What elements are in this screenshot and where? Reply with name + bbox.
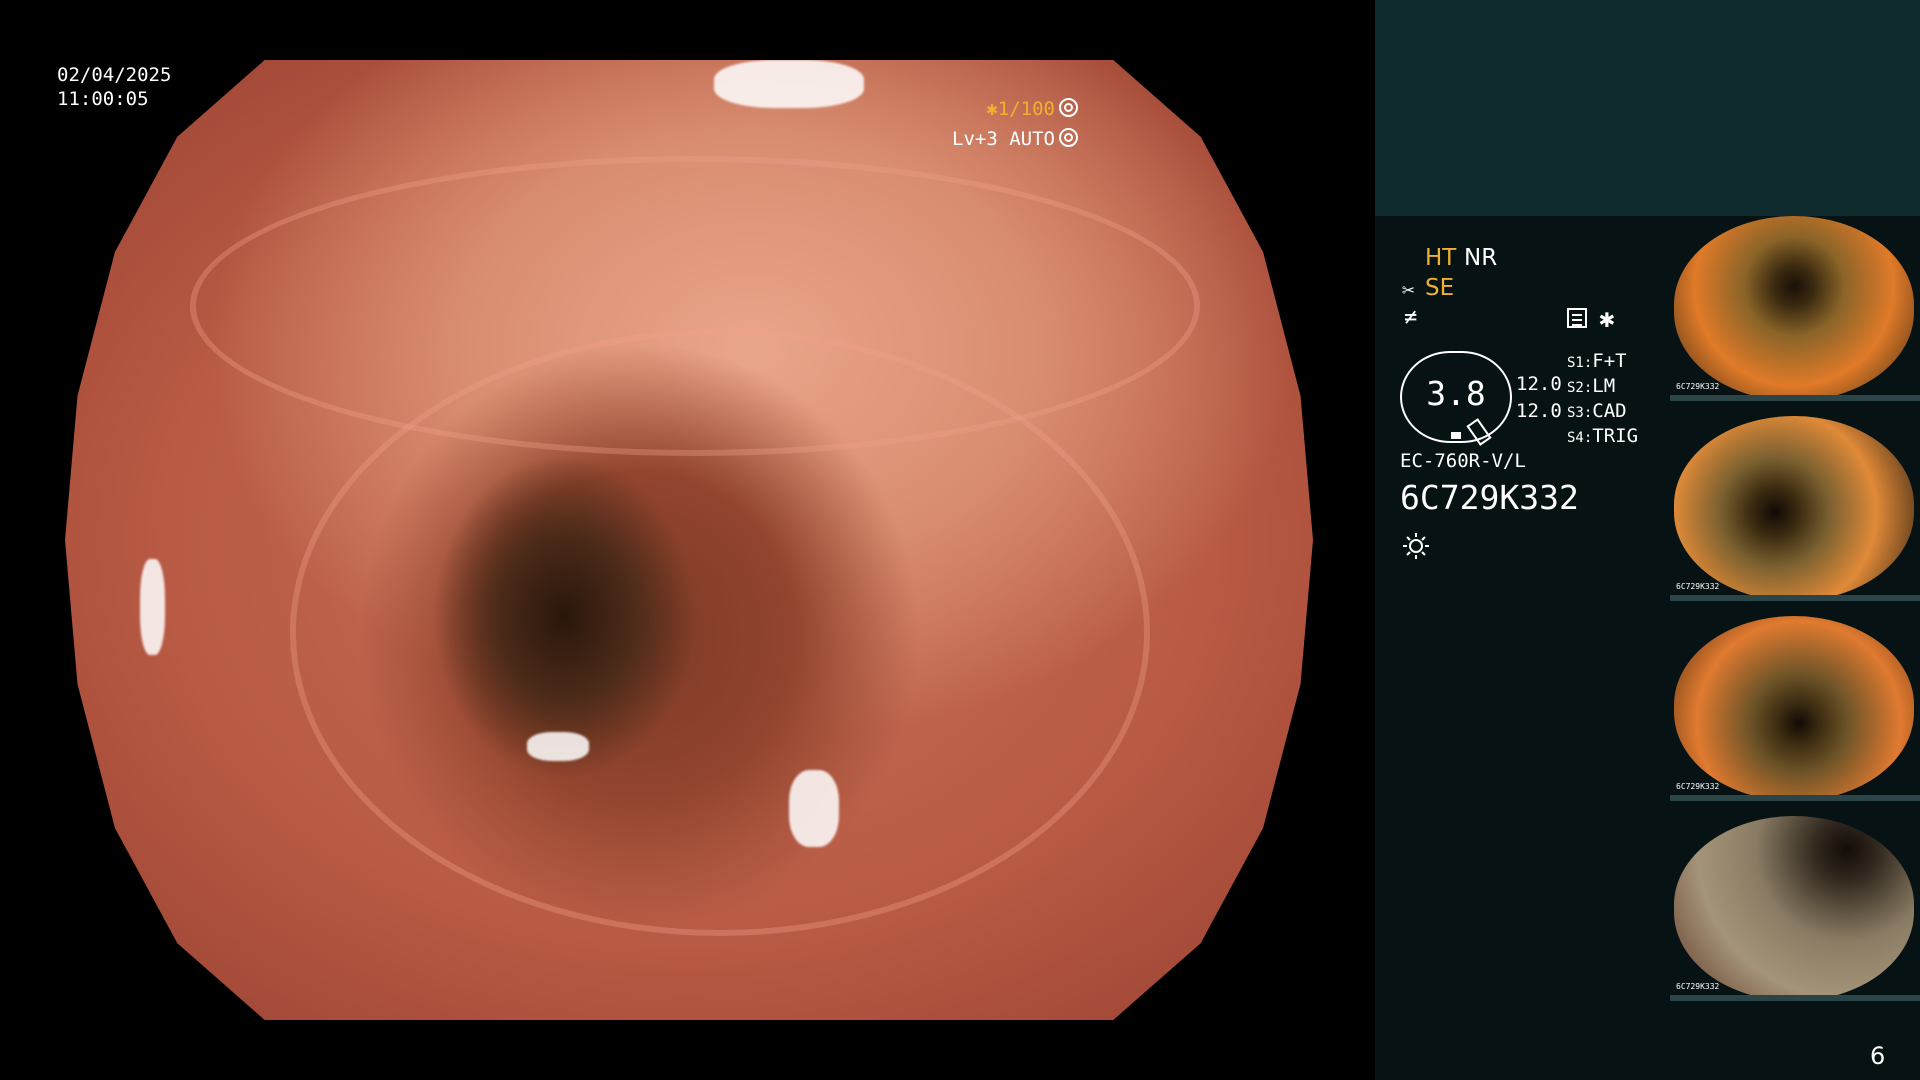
aperture-icon (1059, 98, 1078, 117)
thumbnail-bar (1670, 395, 1920, 401)
ht-label: HT (1425, 245, 1457, 271)
s1-value: F+T (1592, 350, 1627, 372)
nr-label: NR (1464, 245, 1498, 271)
light-reflection (139, 559, 165, 656)
value-1: 12.0 (1516, 373, 1562, 395)
thumbnail-caption: 6C729K332 (1676, 782, 1720, 791)
thumbnail-image (1674, 816, 1914, 1001)
s1-setting: S1:F+T (1567, 350, 1627, 372)
s1-label: S1: (1567, 355, 1593, 371)
date-text: 02/04/2025 (57, 64, 172, 86)
value-2: 12.0 (1516, 400, 1562, 422)
brightness-level: Lv+3 AUTO (952, 128, 1078, 150)
s3-setting: S3:CAD (1567, 400, 1627, 422)
shutter-text: ✱1/100 (986, 98, 1055, 120)
light-icon (1403, 533, 1429, 559)
s2-value: LM (1592, 375, 1616, 397)
asterisk-icon: ✱ (1599, 304, 1615, 334)
s4-label: S4: (1567, 430, 1593, 446)
thumbnail-caption: 6C729K332 (1676, 582, 1720, 591)
s2-label: S2: (1567, 380, 1593, 396)
page-number: 6 (1870, 1042, 1886, 1070)
scope-model: EC-760R-V/L (1400, 450, 1526, 472)
thumbnail-bar (1670, 995, 1920, 1001)
light-reflection (526, 732, 590, 761)
thumbnail-image (1674, 416, 1914, 601)
s2-setting: S2:LM (1567, 375, 1615, 397)
s3-label: S3: (1567, 405, 1593, 421)
s4-value: TRIG (1592, 425, 1639, 447)
s4-setting: S4:TRIG (1567, 425, 1638, 447)
thumbnail-image (1674, 616, 1914, 801)
thumbnail-4[interactable]: 6C729K332 (1670, 816, 1920, 1001)
gauge-marker (1451, 432, 1461, 439)
thumbnail-3[interactable]: 6C729K332 (1670, 616, 1920, 801)
time-text: 11:00:05 (57, 88, 149, 110)
thumbnail-image (1674, 216, 1914, 401)
top-info-panel (1375, 0, 1920, 216)
thumbnail-bar (1670, 795, 1920, 801)
thumbnail-2[interactable]: 6C729K332 (1670, 416, 1920, 601)
level-text: Lv+3 AUTO (952, 128, 1055, 150)
scope-serial: 6C729K332 (1400, 478, 1579, 517)
thumbnail-1[interactable]: 6C729K332 (1670, 216, 1920, 401)
s3-value: CAD (1592, 400, 1627, 422)
menu-icon (1567, 308, 1587, 328)
scissors-icon: ✂ (1402, 278, 1415, 302)
mucosal-fold (289, 328, 1151, 936)
thumbnail-bar (1670, 595, 1920, 601)
light-reflection (788, 770, 839, 848)
light-reflection (713, 60, 864, 108)
shutter-speed: ✱1/100 (986, 98, 1078, 120)
se-label: SE (1425, 275, 1455, 301)
slash-f-icon: ≠ (1404, 305, 1418, 330)
thumbnail-caption: 6C729K332 (1676, 982, 1720, 991)
camera-icon (1059, 128, 1078, 147)
gauge-value: 3.8 (1426, 374, 1486, 413)
endoscope-image (65, 60, 1313, 1020)
thumbnail-caption: 6C729K332 (1676, 382, 1720, 391)
